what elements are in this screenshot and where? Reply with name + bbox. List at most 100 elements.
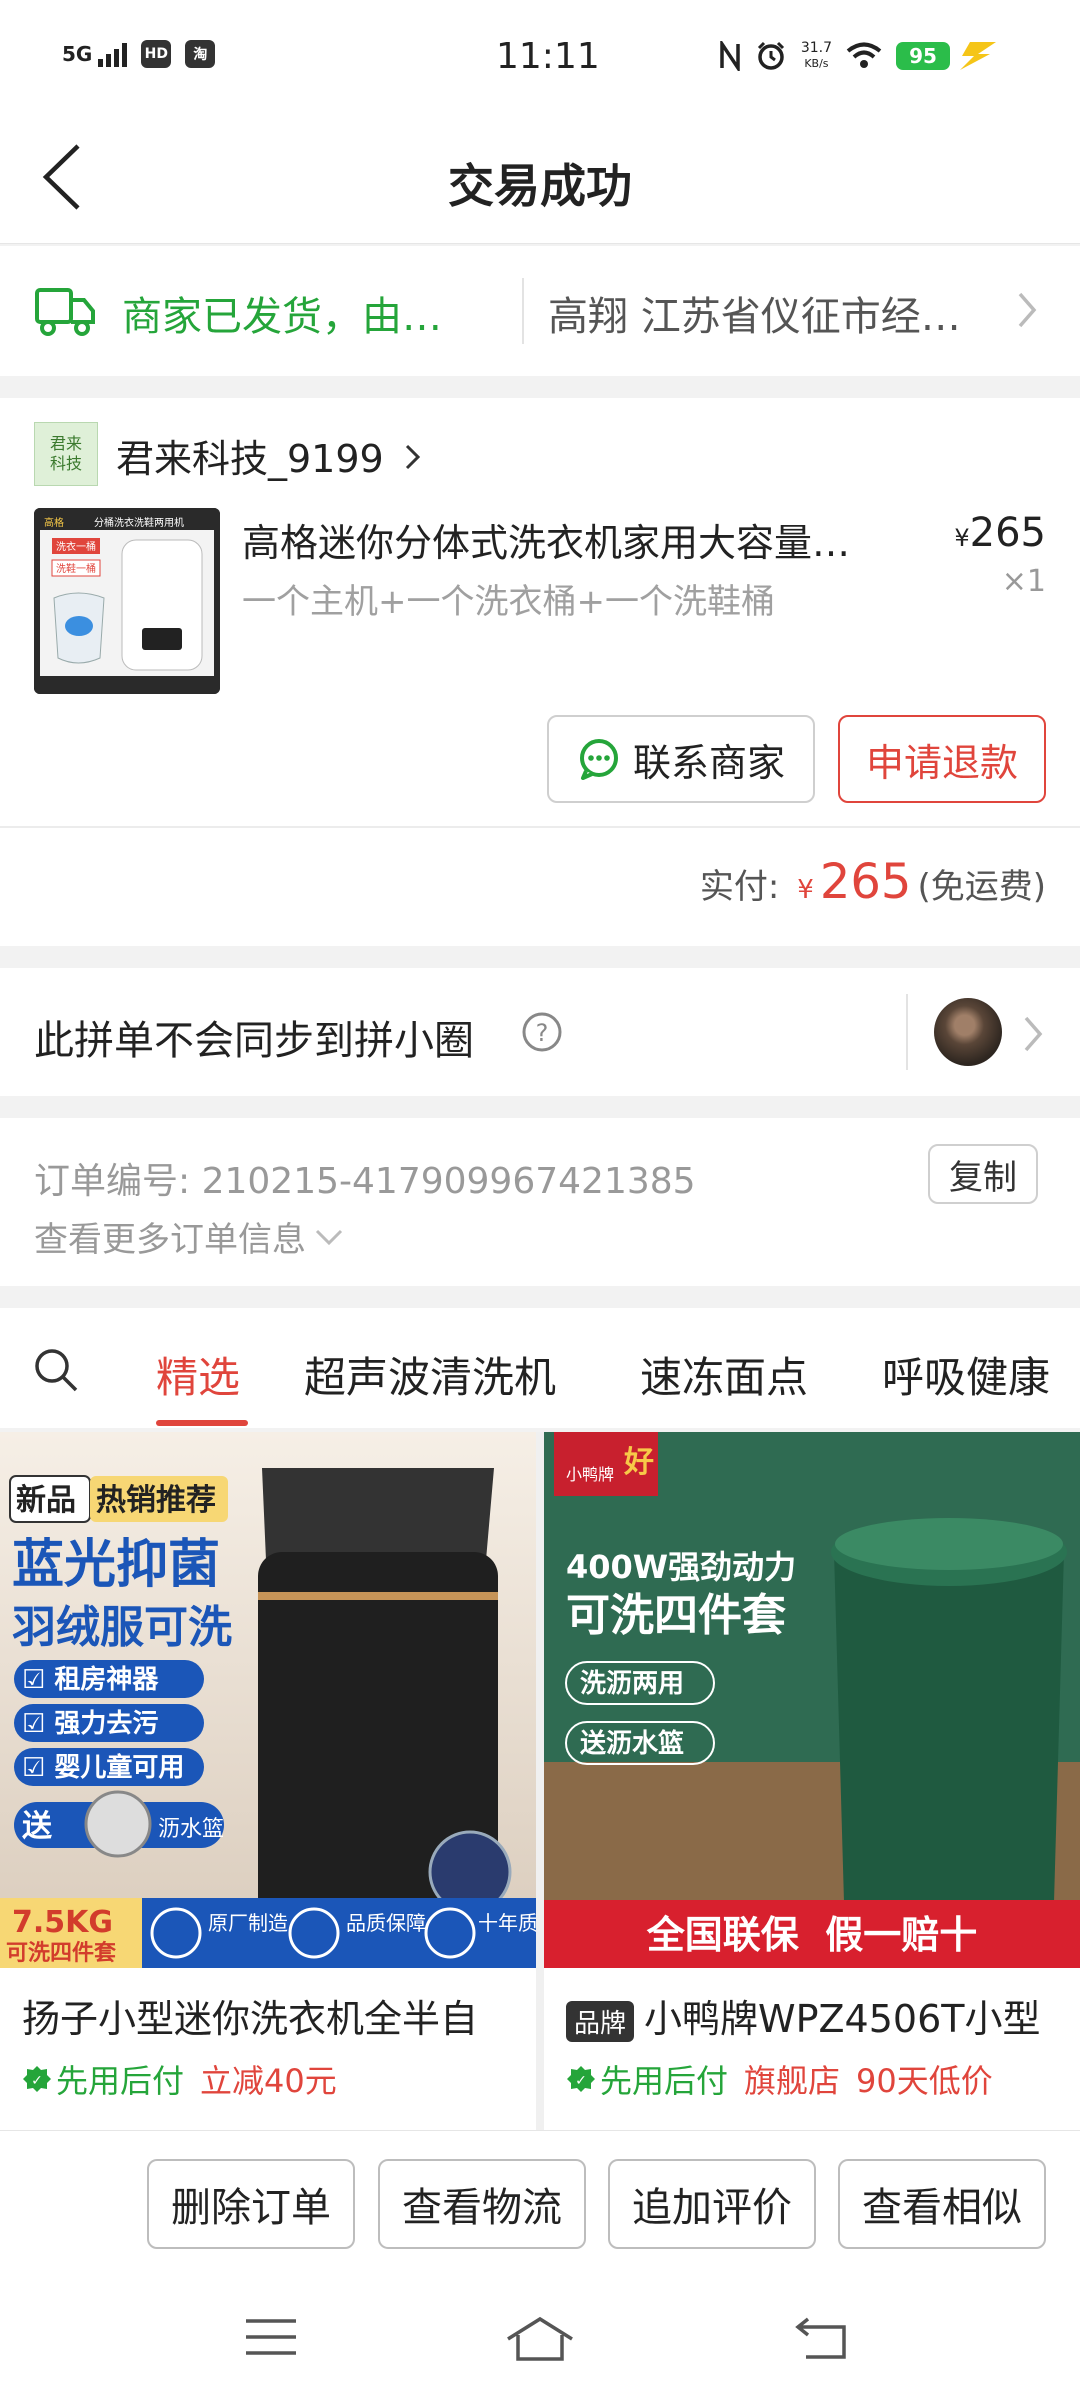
svg-text:十年质保: 十年质保	[478, 1911, 536, 1935]
product-tags: ✓ 先用后付 立减40元	[22, 2056, 337, 2102]
svg-text:可洗四件套: 可洗四件套	[6, 1940, 116, 1966]
product-quantity: ×1	[1001, 564, 1046, 599]
add-review-button[interactable]: 追加评价	[608, 2159, 816, 2249]
product-image: 新品 热销推荐 蓝光抑菌 羽绒服可洗 ☑ 租房神器 ☑ 强力去污 ☑ 婴儿童可用…	[0, 1432, 536, 1968]
product-title: 品牌 小鸭牌WPZ4506T小型	[566, 1988, 1066, 2043]
bottom-action-bar: 删除订单 查看物流 追加评价 查看相似	[0, 2130, 1080, 2275]
svg-text:原厂制造: 原厂制造	[208, 1911, 288, 1935]
page-title: 交易成功	[448, 159, 632, 213]
group-sync-text: 此拼单不会同步到拼小圈	[34, 1018, 474, 1064]
svg-text:洗沥两用: 洗沥两用	[580, 1669, 684, 1699]
product-title[interactable]: 高格迷你分体式洗衣机家用大容量…	[242, 512, 882, 567]
svg-text:☑ 强力去污: ☑ 强力去污	[22, 1709, 158, 1739]
chat-icon	[579, 739, 618, 780]
status-bar: 5G HD 淘 11:11 31.7 KB/s 95	[0, 0, 1080, 110]
svg-text:送沥水篮: 送沥水篮	[580, 1728, 684, 1759]
svg-text:分桶洗衣洗鞋两用机: 分桶洗衣洗鞋两用机	[94, 516, 184, 529]
help-icon[interactable]: ?	[520, 1010, 564, 1054]
discount-tag: 立减40元	[200, 2062, 337, 2100]
product-card[interactable]: 新品 热销推荐 蓝光抑菌 羽绒服可洗 ☑ 租房神器 ☑ 强力去污 ☑ 婴儿童可用…	[0, 1432, 536, 2132]
product-card[interactable]: 小鸭牌 好 400W强劲动力 可洗四件套 洗沥两用 送沥水篮 全国联保 假一赔十…	[544, 1432, 1080, 2132]
tab-featured[interactable]: 精选	[156, 1344, 240, 1405]
svg-text:品质保障: 品质保障	[346, 1911, 426, 1935]
payment-summary: 实付: ¥265 (免运费)	[700, 854, 1046, 910]
paid-label: 实付:	[699, 867, 780, 907]
chevron-right-icon	[1024, 1016, 1043, 1052]
request-refund-button[interactable]: 申请退款	[838, 715, 1046, 803]
menu-icon[interactable]	[244, 2315, 298, 2359]
svg-text:沥水篮: 沥水篮	[158, 1817, 224, 1842]
tab-frozen-pastry[interactable]: 速冻面点	[640, 1344, 808, 1405]
delete-order-button[interactable]: 删除订单	[147, 2159, 355, 2249]
pay-later-icon: ✓	[567, 2066, 595, 2092]
svg-text:热销推荐: 热销推荐	[96, 1483, 216, 1518]
svg-text:?: ?	[536, 1019, 549, 1047]
product-price: ¥265	[954, 510, 1046, 556]
svg-text:☑ 婴儿童可用: ☑ 婴儿童可用	[22, 1752, 184, 1783]
shipping-note: (免运费)	[917, 867, 1046, 907]
divider	[906, 994, 908, 1070]
taobao-notification-icon: 淘	[185, 40, 216, 68]
svg-text:✓: ✓	[575, 2073, 587, 2089]
svg-text:☑ 租房神器: ☑ 租房神器	[22, 1665, 159, 1695]
svg-text:小鸭牌: 小鸭牌	[566, 1465, 614, 1484]
order-card: 君来科技 君来科技_9199 高格 分桶洗衣洗鞋两用机 洗衣一桶 洗鞋一桶 高格…	[0, 398, 1080, 946]
view-logistics-button[interactable]: 查看物流	[378, 2159, 586, 2249]
product-thumbnail[interactable]: 高格 分桶洗衣洗鞋两用机 洗衣一桶 洗鞋一桶	[34, 508, 220, 694]
active-tab-indicator	[156, 1420, 248, 1426]
svg-text:洗鞋一桶: 洗鞋一桶	[56, 562, 96, 575]
shipping-status-row[interactable]: 商家已发货，由… 高翔 江苏省仪征市经…	[0, 246, 1080, 376]
net-speed: 31.7 KB/s	[800, 40, 832, 71]
svg-text:蓝光抑菌: 蓝光抑菌	[12, 1535, 220, 1595]
tab-respiratory-health[interactable]: 呼吸健康	[882, 1344, 1050, 1405]
svg-text:羽绒服可洗: 羽绒服可洗	[12, 1602, 232, 1653]
chevron-right-icon	[405, 444, 420, 470]
group-sync-row[interactable]: 此拼单不会同步到拼小圈 ?	[0, 968, 1080, 1096]
pay-later-tag: ✓ 先用后付	[22, 2056, 184, 2102]
pay-later-icon: ✓	[23, 2066, 51, 2092]
product-tags: ✓ 先用后付 旗舰店 90天低价	[566, 2056, 993, 2102]
wifi-icon	[846, 42, 882, 68]
paid-amount: 265	[819, 854, 912, 910]
avatar[interactable]	[934, 998, 1002, 1066]
divider	[522, 278, 524, 344]
svg-text:7.5KG: 7.5KG	[12, 1905, 113, 1940]
view-similar-button[interactable]: 查看相似	[838, 2159, 1046, 2249]
svg-text:新品: 新品	[16, 1483, 76, 1518]
svg-text:好: 好	[623, 1445, 654, 1480]
svg-text:洗衣一桶: 洗衣一桶	[56, 540, 96, 553]
clock: 11:11	[496, 36, 600, 77]
svg-text:✓: ✓	[31, 2073, 43, 2089]
copy-button[interactable]: 复制	[928, 1144, 1038, 1204]
back-icon[interactable]	[794, 2315, 850, 2361]
truck-icon	[35, 288, 95, 336]
home-icon[interactable]	[504, 2315, 576, 2363]
recommendation-tabs: 精选 超声波清洗机 速冻面点 呼吸健康	[0, 1308, 1080, 1428]
battery-indicator: 95	[896, 42, 950, 70]
tab-ultrasonic-cleaner[interactable]: 超声波清洗机	[304, 1344, 556, 1405]
contact-seller-label: 联系商家	[632, 740, 785, 785]
svg-text:高格: 高格	[44, 516, 64, 529]
paid-currency: ¥	[797, 875, 814, 905]
svg-text:400W强劲动力: 400W强劲动力	[566, 1548, 796, 1586]
product-image: 小鸭牌 好 400W强劲动力 可洗四件套 洗沥两用 送沥水篮 全国联保 假一赔十	[544, 1432, 1080, 1968]
contact-seller-button[interactable]: 联系商家	[547, 715, 815, 803]
shipping-address-text: 高翔 江苏省仪征市经…	[548, 294, 961, 340]
store-name-link[interactable]: 君来科技_9199	[116, 428, 422, 483]
low-price-tag: 90天低价	[856, 2062, 993, 2100]
recommendation-grid: 新品 热销推荐 蓝光抑菌 羽绒服可洗 ☑ 租房神器 ☑ 强力去污 ☑ 婴儿童可用…	[0, 1432, 1080, 2132]
network-type: 5G	[62, 42, 93, 66]
alarm-icon	[757, 41, 784, 70]
product-spec: 一个主机+一个洗衣桶+一个洗鞋桶	[242, 582, 775, 622]
store-logo[interactable]: 君来科技	[34, 422, 98, 486]
svg-text:送: 送	[22, 1809, 52, 1844]
search-icon[interactable]	[32, 1346, 80, 1394]
divider	[0, 826, 1080, 828]
shipping-status-text: 商家已发货，由…	[122, 294, 442, 340]
brand-badge: 品牌	[566, 2001, 635, 2042]
order-info: 订单编号: 210215-417909967421385 复制 查看更多订单信息	[0, 1118, 1080, 1286]
more-order-info-link[interactable]: 查看更多订单信息	[34, 1212, 344, 1261]
hd-icon: HD	[141, 40, 172, 68]
nfc-icon	[720, 41, 740, 71]
charging-icon	[960, 42, 996, 70]
